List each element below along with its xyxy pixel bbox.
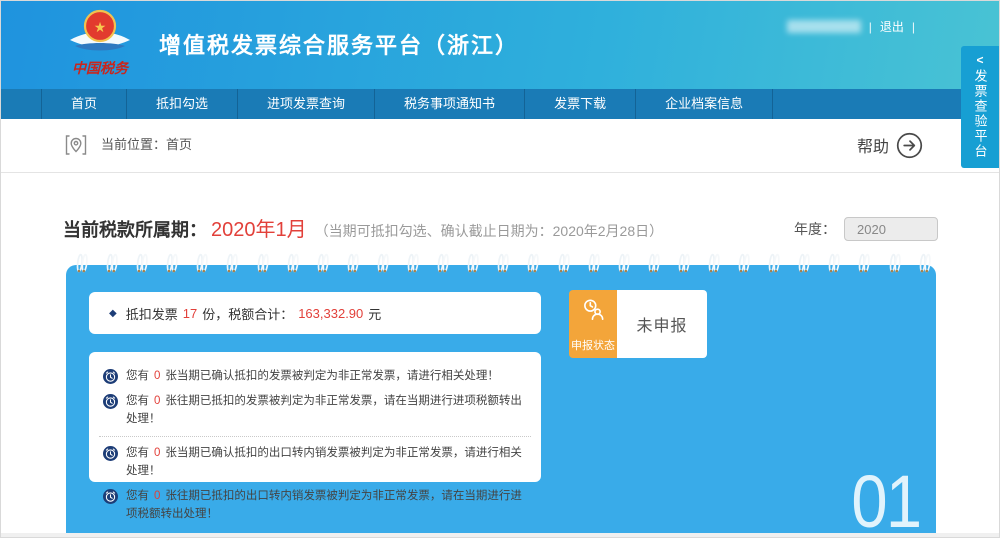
binding-coil-icon xyxy=(467,252,479,274)
notice-item: 您有0张当期已确认抵扣的发票被判定为非正常发票，请进行相关处理！ xyxy=(99,368,531,386)
page-bottom-strip xyxy=(1,533,1000,537)
logo-text: 中国税务 xyxy=(72,60,130,76)
year-input[interactable] xyxy=(844,217,938,241)
vat-invoice-platform-page: ★ 中国税务 增值税发票综合服务平台（浙江） | 退出 | 首页 抵扣勾选 进项… xyxy=(0,0,1000,538)
year-label: 年度： xyxy=(794,219,836,239)
binding-coil-icon xyxy=(497,252,509,274)
binding-coil-icon xyxy=(738,252,750,274)
period-label: 当前税款所属期： xyxy=(63,216,207,242)
binding-coil-icon xyxy=(558,252,570,274)
arrow-right-circle-icon xyxy=(896,132,923,159)
notices-card: 您有0张当期已确认抵扣的发票被判定为非正常发票，请进行相关处理！ 您有0张往期已… xyxy=(89,352,541,482)
panel-page-number: 01 xyxy=(851,468,920,536)
nav-item-invoice-download[interactable]: 发票下载 xyxy=(525,89,636,119)
alarm-clock-icon xyxy=(103,446,118,461)
summary-panel: ◆ 抵扣发票 17 份，税额合计： 163,332.90 元 xyxy=(66,265,936,536)
binding-coil-icon xyxy=(196,252,208,274)
nav-item-home[interactable]: 首页 xyxy=(41,89,127,119)
notice-item: 您有0张往期已抵扣的出口转内销发票被判定为非正常发票，请在当期进行进项税额转出处… xyxy=(99,488,531,524)
chevron-left-icon: < xyxy=(976,53,983,67)
year-selector-row: 年度： xyxy=(794,217,938,241)
alarm-clock-icon xyxy=(103,369,118,384)
binding-coil-icon xyxy=(407,252,419,274)
location-pin-icon xyxy=(63,132,89,158)
diamond-bullet-icon: ◆ xyxy=(109,308,117,319)
declaration-status-widget: 申报状态 未申报 xyxy=(569,290,707,358)
breadcrumb: 当前位置：首页 xyxy=(101,119,192,171)
nav-item-tax-notice[interactable]: 税务事项通知书 xyxy=(375,89,525,119)
main-nav: 首页 抵扣勾选 进项发票查询 税务事项通知书 发票下载 企业档案信息 xyxy=(1,89,1000,119)
binding-coil-icon xyxy=(106,252,118,274)
dotted-divider xyxy=(99,436,531,437)
binding-coil-icon xyxy=(889,252,901,274)
summary-label-3: 元 xyxy=(368,304,381,323)
help-button[interactable]: 帮助 xyxy=(857,119,923,171)
user-area: | 退出 | xyxy=(787,18,915,35)
invoice-count: 17 xyxy=(183,306,197,321)
binding-coil-icon xyxy=(287,252,299,274)
binding-coil-icon xyxy=(618,252,630,274)
binding-coil-icon xyxy=(678,252,690,274)
period-value: 2020年1月 xyxy=(211,213,307,242)
deduction-summary-card: ◆ 抵扣发票 17 份，税额合计： 163,332.90 元 xyxy=(89,292,541,334)
notice-count: 0 xyxy=(154,490,160,502)
nav-item-deduction-check[interactable]: 抵扣勾选 xyxy=(127,89,238,119)
summary-label-2: 份，税额合计： xyxy=(202,304,293,323)
nav-item-input-invoice-query[interactable]: 进项发票查询 xyxy=(238,89,375,119)
binding-coil-icon xyxy=(798,252,810,274)
binding-coil-icon xyxy=(226,252,238,274)
app-header: ★ 中国税务 增值税发票综合服务平台（浙江） | 退出 | xyxy=(1,1,1000,89)
notice-count: 0 xyxy=(154,395,160,407)
help-label: 帮助 xyxy=(857,133,889,157)
alarm-clock-icon xyxy=(103,489,118,504)
main-content: 当前税款所属期： 2020年1月 （当期可抵扣勾选、确认截止日期为：2020年2… xyxy=(1,172,1000,538)
notice-count: 0 xyxy=(154,447,160,459)
tax-amount: 163,332.90 xyxy=(298,306,363,321)
person-clock-icon xyxy=(580,297,606,323)
username-redacted xyxy=(787,20,861,33)
binding-coil-icon xyxy=(828,252,840,274)
period-note: （当期可抵扣勾选、确认截止日期为：2020年2月28日） xyxy=(315,221,664,241)
side-tab-label: 发票查验平台 xyxy=(971,69,990,159)
status-badge-label: 申报状态 xyxy=(571,337,615,353)
china-taxation-logo-icon: ★ 中国税务 xyxy=(57,5,143,83)
binding-coil-icon xyxy=(708,252,720,274)
invoice-verification-tab[interactable]: < 发票查验平台 xyxy=(961,46,999,168)
binding-coil-icon xyxy=(377,252,389,274)
status-value: 未申报 xyxy=(617,290,707,358)
binding-coil-icon xyxy=(588,252,600,274)
binding-coil-icon xyxy=(347,252,359,274)
spiral-binding xyxy=(76,252,931,274)
binding-coil-icon xyxy=(317,252,329,274)
nav-item-enterprise-archive[interactable]: 企业档案信息 xyxy=(636,89,773,119)
binding-coil-icon xyxy=(768,252,780,274)
separator: | xyxy=(869,20,872,34)
binding-coil-icon xyxy=(527,252,539,274)
alarm-clock-icon xyxy=(103,394,118,409)
binding-coil-icon xyxy=(136,252,148,274)
svg-text:★: ★ xyxy=(94,19,107,35)
binding-coil-icon xyxy=(437,252,449,274)
page-title: 增值税发票综合服务平台（浙江） xyxy=(159,28,519,60)
tax-period-row: 当前税款所属期： 2020年1月 （当期可抵扣勾选、确认截止日期为：2020年2… xyxy=(63,213,663,242)
notice-item: 您有0张往期已抵扣的发票被判定为非正常发票，请在当期进行进项税额转出处理！ xyxy=(99,393,531,429)
notice-count: 0 xyxy=(154,370,160,382)
binding-coil-icon xyxy=(76,252,88,274)
binding-coil-icon xyxy=(648,252,660,274)
binding-coil-icon xyxy=(166,252,178,274)
status-badge: 申报状态 xyxy=(569,290,617,358)
summary-label-1: 抵扣发票 xyxy=(126,304,178,323)
notice-item: 您有0张当期已确认抵扣的出口转内销发票被判定为非正常发票，请进行相关处理！ xyxy=(99,445,531,481)
binding-coil-icon xyxy=(919,252,931,274)
logout-button[interactable]: 退出 xyxy=(880,18,904,35)
binding-coil-icon xyxy=(257,252,269,274)
separator: | xyxy=(912,20,915,34)
binding-coil-icon xyxy=(858,252,870,274)
breadcrumb-row: 当前位置：首页 帮助 xyxy=(1,119,1000,171)
